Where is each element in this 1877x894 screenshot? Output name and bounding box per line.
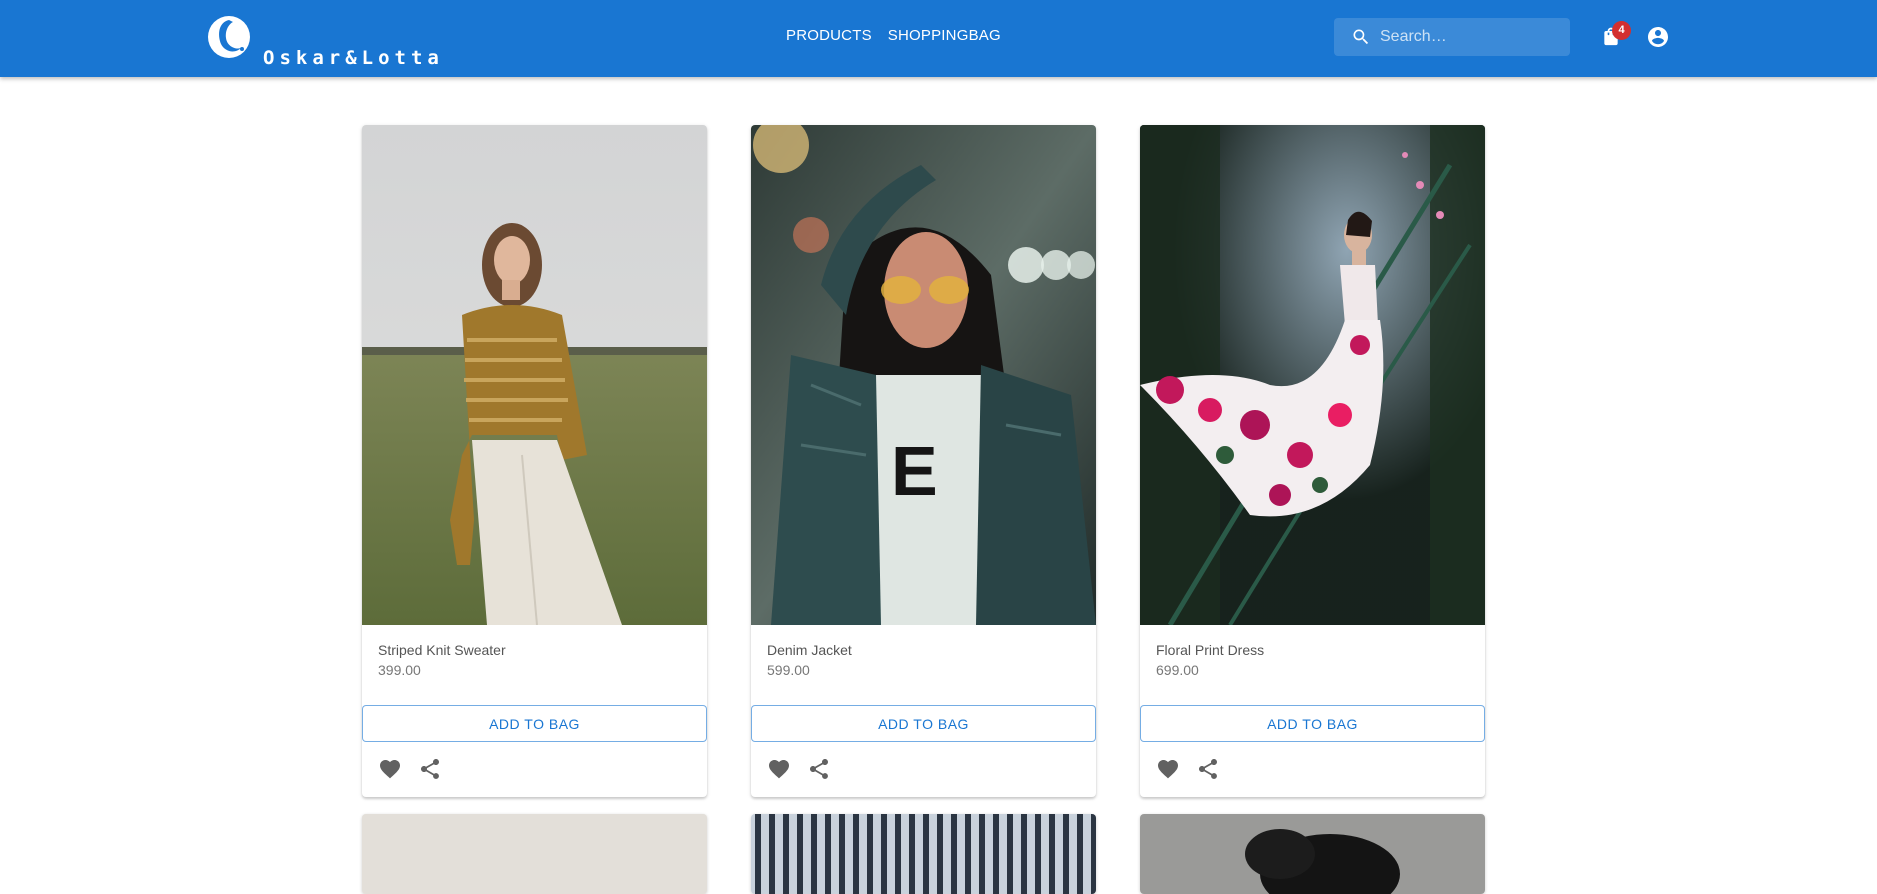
product-image <box>1140 814 1485 894</box>
nav-link-products[interactable]: PRODUCTS <box>786 27 872 44</box>
product-card: Striped Knit Sweater 399.00 ADD TO BAG <box>362 125 707 797</box>
share-icon[interactable] <box>418 757 442 781</box>
main-nav: PRODUCTS SHOPPINGBAG <box>786 27 1001 44</box>
product-name[interactable]: Striped Knit Sweater <box>378 642 506 658</box>
card-actions <box>1156 757 1220 781</box>
logo-mark-icon <box>208 16 250 58</box>
favorite-icon[interactable] <box>767 757 791 781</box>
product-card: Floral Print Dress 699.00 ADD TO BAG <box>1140 125 1485 797</box>
product-image <box>751 814 1096 894</box>
product-image[interactable] <box>1140 125 1485 625</box>
add-to-bag-button[interactable]: ADD TO BAG <box>751 705 1096 742</box>
product-price: 599.00 <box>767 662 810 678</box>
product-image <box>362 814 707 894</box>
svg-text:E: E <box>891 432 938 510</box>
card-actions <box>767 757 831 781</box>
card-actions <box>378 757 442 781</box>
share-icon[interactable] <box>807 757 831 781</box>
product-card-partial[interactable] <box>362 814 707 894</box>
product-name[interactable]: Denim Jacket <box>767 642 852 658</box>
search-box <box>1334 18 1570 56</box>
product-image[interactable]: E <box>751 125 1096 625</box>
product-card: E Denim Jacket 599.00 ADD TO BAG <box>751 125 1096 797</box>
add-to-bag-button[interactable]: ADD TO BAG <box>1140 705 1485 742</box>
search-input[interactable] <box>1380 18 1566 56</box>
nav-link-shoppingbag[interactable]: SHOPPINGBAG <box>888 27 1001 44</box>
app-bar: Oskar&Lotta PRODUCTS SHOPPINGBAG 4 <box>0 0 1877 77</box>
add-to-bag-button[interactable]: ADD TO BAG <box>362 705 707 742</box>
share-icon[interactable] <box>1196 757 1220 781</box>
product-image[interactable] <box>362 125 707 625</box>
bag-count-badge: 4 <box>1612 21 1631 40</box>
brand-name: Oskar&Lotta <box>263 47 444 69</box>
favorite-icon[interactable] <box>378 757 402 781</box>
brand-logo[interactable]: Oskar&Lotta <box>207 12 439 72</box>
product-price: 699.00 <box>1156 662 1199 678</box>
search-icon <box>1353 29 1369 45</box>
product-card-partial[interactable] <box>751 814 1096 894</box>
favorite-icon[interactable] <box>1156 757 1180 781</box>
shopping-bag-button[interactable]: 4 <box>1597 21 1631 51</box>
product-name[interactable]: Floral Print Dress <box>1156 642 1264 658</box>
product-card-partial[interactable] <box>1140 814 1485 894</box>
account-circle-icon[interactable] <box>1646 25 1670 49</box>
product-price: 399.00 <box>378 662 421 678</box>
